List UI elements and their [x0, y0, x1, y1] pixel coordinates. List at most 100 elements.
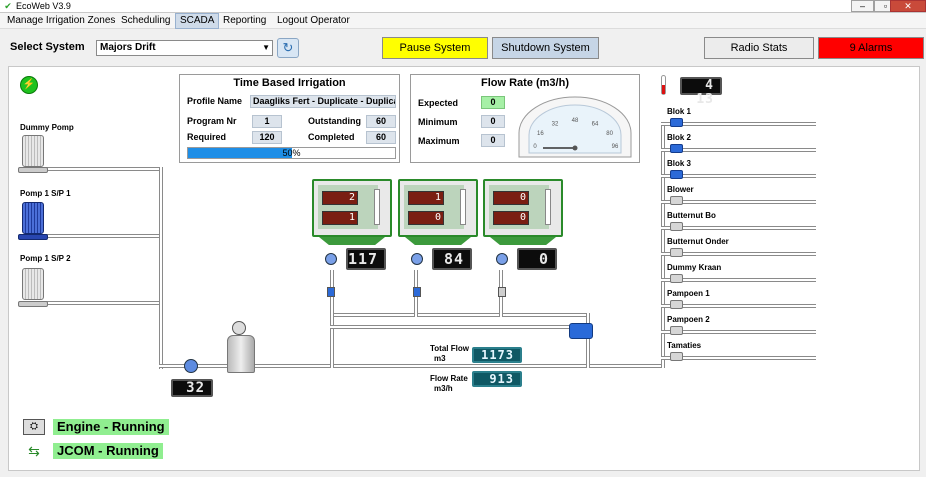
outlet-valve-icon[interactable] — [670, 326, 683, 335]
chevron-down-icon: ▼ — [262, 43, 270, 52]
engine-status-text: Engine - Running — [53, 419, 169, 435]
expected-value: 0 — [481, 96, 505, 109]
radio-stats-button[interactable]: Radio Stats — [704, 37, 814, 59]
minimum-value: 0 — [481, 115, 505, 128]
outlet-valve-icon[interactable] — [670, 248, 683, 257]
outlet-label: Tamaties — [667, 341, 702, 350]
tank-base — [319, 237, 385, 245]
temperature-display: 4 13 — [680, 77, 722, 107]
outlet-pipe — [661, 122, 816, 126]
flow-rate-display: 913 — [472, 371, 522, 387]
pump-base — [18, 234, 48, 240]
outlet-pipe — [661, 330, 816, 334]
valve-icon[interactable] — [327, 287, 335, 297]
outlet-pipe — [661, 304, 816, 308]
tank-level-gauge — [374, 189, 380, 225]
outlet-valve-icon[interactable] — [670, 170, 683, 179]
close-button[interactable]: ✕ — [890, 0, 926, 12]
progress-text: 50% — [282, 148, 301, 158]
select-system-label: Select System — [10, 41, 85, 53]
sensor-icon — [496, 253, 508, 265]
tank-top-display: 2 — [322, 191, 358, 205]
gauge-tick-label: 32 — [552, 122, 559, 128]
sensor-icon — [325, 253, 337, 265]
outlet-valve-icon[interactable] — [670, 222, 683, 231]
outlet-label: Butternut Onder — [667, 237, 729, 246]
total-flow-text: Total Flow — [430, 344, 469, 353]
flow-meter-icon — [184, 359, 198, 373]
pump-pomp1-sp2[interactable] — [22, 268, 44, 300]
valve-icon[interactable] — [413, 287, 421, 297]
jcom-icon: ⇆ — [28, 443, 40, 459]
system-select-value: Majors Drift — [100, 42, 156, 53]
outlet-pipe — [661, 278, 816, 282]
refresh-icon: ↻ — [282, 40, 294, 55]
outlet-pipe — [661, 174, 816, 178]
gauge-tick-label: 48 — [572, 118, 579, 124]
jcom-status: ⇆ JCOM - Running — [23, 443, 223, 461]
toolbar: Select System Majors Drift ▼ ↻ Pause Sys… — [0, 29, 926, 65]
outlet-label: Blok 3 — [667, 159, 692, 168]
shutdown-system-button[interactable]: Shutdown System — [492, 37, 599, 59]
app-icon: ✔ — [4, 1, 12, 11]
alarms-button[interactable]: 9 Alarms — [818, 37, 924, 59]
outlet-pipe — [661, 356, 816, 360]
pipe — [159, 167, 163, 369]
required-label: Required — [187, 132, 227, 142]
pipe — [330, 313, 590, 317]
menu-scada[interactable]: SCADA — [175, 13, 220, 29]
flow-rate-label: Flow Rate m3/h — [430, 374, 468, 394]
total-flow-label: Total Flow m3 — [430, 344, 469, 364]
outlet-pipe — [661, 148, 816, 152]
engine-status: ⛭ Engine - Running — [23, 419, 223, 437]
panel-title: Time Based Irrigation — [233, 77, 346, 89]
pump-dummy-pomp[interactable] — [22, 135, 44, 167]
gauge-tick-label: 96 — [612, 144, 619, 150]
flow-rate-panel: Flow Rate (m3/h) Expected 0 Minimum 0 Ma… — [410, 74, 640, 163]
system-select[interactable]: Majors Drift ▼ — [96, 40, 273, 56]
menu-manage-irrigation-zones[interactable]: Manage Irrigation Zones — [3, 13, 119, 29]
booster-pump-icon[interactable] — [569, 323, 593, 339]
refresh-button[interactable]: ↻ — [277, 38, 299, 58]
profile-name-label: Profile Name — [187, 96, 243, 106]
menu-reporting[interactable]: Reporting — [219, 13, 270, 29]
valve-icon[interactable] — [498, 287, 506, 297]
pause-system-button[interactable]: Pause System — [382, 37, 488, 59]
outlet-valve-icon[interactable] — [670, 196, 683, 205]
minimize-button[interactable]: – — [851, 0, 874, 12]
program-nr-label: Program Nr — [187, 116, 237, 126]
pipe — [330, 313, 334, 368]
power-indicator-icon: ⚡ — [20, 76, 38, 94]
fert-tank[interactable]: 21 — [312, 179, 392, 237]
outlet-pipe — [661, 226, 816, 230]
tank-bottom-display: 0 — [493, 211, 529, 225]
filter-tank-icon[interactable] — [227, 335, 255, 373]
outlet-valve-icon[interactable] — [670, 274, 683, 283]
outlet-label: Blok 2 — [667, 133, 692, 142]
outstanding-label: Outstanding — [308, 116, 361, 126]
outlet-valve-icon[interactable] — [670, 352, 683, 361]
pump-base — [18, 301, 48, 307]
tank-flow-display: 0 — [517, 248, 557, 270]
tank-top-display: 1 — [408, 191, 444, 205]
fert-tank[interactable]: 00 — [483, 179, 563, 237]
outlet-valve-icon[interactable] — [670, 118, 683, 127]
minimum-label: Minimum — [418, 117, 458, 127]
fert-tank[interactable]: 10 — [398, 179, 478, 237]
pump-pomp1-sp1[interactable] — [22, 202, 44, 234]
menu-logout-operator[interactable]: Logout Operator — [273, 13, 354, 29]
menu-scheduling[interactable]: Scheduling — [117, 13, 174, 29]
total-flow-unit: m3 — [434, 354, 446, 363]
outlet-pipe — [661, 252, 816, 256]
required-value: 120 — [252, 131, 282, 144]
completed-value: 60 — [366, 131, 396, 144]
tank-bottom-display: 0 — [408, 211, 444, 225]
time-based-irrigation-panel: Time Based Irrigation Profile Name Daagl… — [179, 74, 400, 163]
pipe — [39, 167, 163, 171]
pump-label: Dummy Pomp — [20, 123, 74, 132]
outlet-pipe — [661, 200, 816, 204]
menu-bar: Manage Irrigation Zones Scheduling SCADA… — [0, 13, 926, 29]
outlet-valve-icon[interactable] — [670, 300, 683, 309]
tank-level-gauge — [545, 189, 551, 225]
outlet-valve-icon[interactable] — [670, 144, 683, 153]
